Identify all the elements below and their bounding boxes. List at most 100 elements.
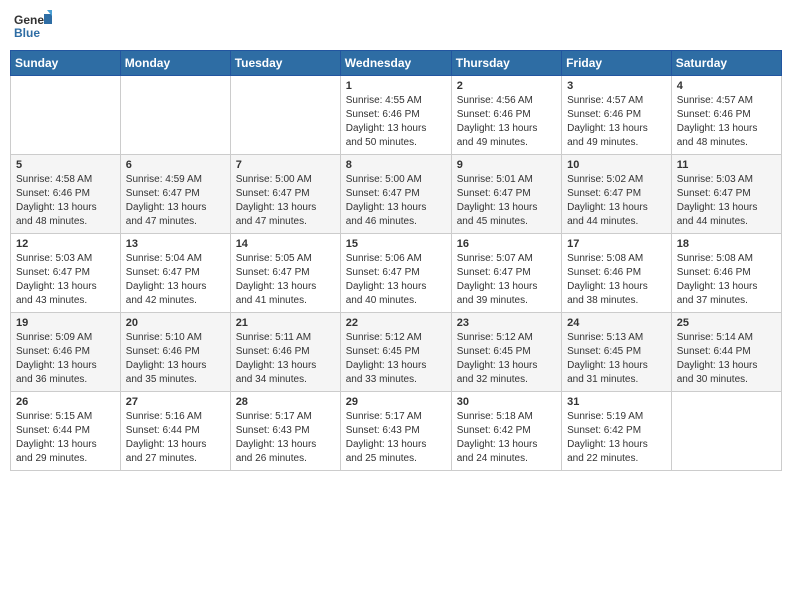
svg-text:Blue: Blue (14, 26, 40, 40)
day-number: 18 (677, 238, 776, 250)
weekday-header-saturday: Saturday (671, 51, 781, 76)
day-info: Sunrise: 5:11 AM Sunset: 6:46 PM Dayligh… (236, 331, 335, 387)
week-row-1: 1 Sunrise: 4:55 AM Sunset: 6:46 PM Daylig… (11, 76, 782, 155)
day-number: 4 (677, 80, 776, 92)
day-number: 25 (677, 317, 776, 329)
day-number: 21 (236, 317, 335, 329)
day-number: 9 (457, 159, 556, 171)
day-number: 7 (236, 159, 335, 171)
calendar-cell: 19 Sunrise: 5:09 AM Sunset: 6:46 PM Dayli… (11, 313, 121, 392)
calendar-cell: 3 Sunrise: 4:57 AM Sunset: 6:46 PM Daylig… (562, 76, 672, 155)
week-row-4: 19 Sunrise: 5:09 AM Sunset: 6:46 PM Dayli… (11, 313, 782, 392)
day-number: 16 (457, 238, 556, 250)
calendar-cell: 22Sunrise: 5:12 AM Sunset: 6:45 PM Dayli… (340, 313, 451, 392)
day-info: Sunrise: 4:57 AM Sunset: 6:46 PM Dayligh… (567, 94, 666, 150)
day-number: 2 (457, 80, 556, 92)
weekday-header-thursday: Thursday (451, 51, 561, 76)
day-info: Sunrise: 5:08 AM Sunset: 6:46 PM Dayligh… (567, 252, 666, 308)
calendar-cell (120, 76, 230, 155)
day-number: 8 (346, 159, 446, 171)
day-number: 14 (236, 238, 335, 250)
weekday-header-wednesday: Wednesday (340, 51, 451, 76)
calendar-cell: 21 Sunrise: 5:11 AM Sunset: 6:46 PM Dayli… (230, 313, 340, 392)
day-number: 20 (126, 317, 225, 329)
logo: General Blue (14, 10, 52, 42)
day-info: Sunrise: 5:18 AM Sunset: 6:42 PM Dayligh… (457, 410, 556, 466)
day-info: Sunrise: 4:55 AM Sunset: 6:46 PM Dayligh… (346, 94, 446, 150)
day-info: Sunrise: 5:14 AM Sunset: 6:44 PM Dayligh… (677, 331, 776, 387)
day-info: Sunrise: 4:58 AM Sunset: 6:46 PM Dayligh… (16, 173, 115, 229)
calendar-cell: 12 Sunrise: 5:03 AM Sunset: 6:47 PM Dayli… (11, 234, 121, 313)
day-info: Sunrise: 5:00 AM Sunset: 6:47 PM Dayligh… (236, 173, 335, 229)
calendar-cell: 18 Sunrise: 5:08 AM Sunset: 6:46 PM Dayli… (671, 234, 781, 313)
day-number: 12 (16, 238, 115, 250)
day-number: 3 (567, 80, 666, 92)
calendar-cell: 15 Sunrise: 5:06 AM Sunset: 6:47 PM Dayli… (340, 234, 451, 313)
calendar-cell: 13 Sunrise: 5:04 AM Sunset: 6:47 PM Dayli… (120, 234, 230, 313)
weekday-header-sunday: Sunday (11, 51, 121, 76)
day-info: Sunrise: 5:08 AM Sunset: 6:46 PM Dayligh… (677, 252, 776, 308)
day-info: Sunrise: 5:10 AM Sunset: 6:46 PM Dayligh… (126, 331, 225, 387)
day-number: 19 (16, 317, 115, 329)
day-info: Sunrise: 5:07 AM Sunset: 6:47 PM Dayligh… (457, 252, 556, 308)
day-number: 13 (126, 238, 225, 250)
calendar-cell: 23Sunrise: 5:12 AM Sunset: 6:45 PM Dayli… (451, 313, 561, 392)
calendar-cell: 30Sunrise: 5:18 AM Sunset: 6:42 PM Dayli… (451, 392, 561, 471)
calendar-cell: 17 Sunrise: 5:08 AM Sunset: 6:46 PM Dayli… (562, 234, 672, 313)
calendar-cell: 6 Sunrise: 4:59 AM Sunset: 6:47 PM Daylig… (120, 155, 230, 234)
day-info: Sunrise: 5:09 AM Sunset: 6:46 PM Dayligh… (16, 331, 115, 387)
calendar-cell: 29Sunrise: 5:17 AM Sunset: 6:43 PM Dayli… (340, 392, 451, 471)
calendar-table: SundayMondayTuesdayWednesdayThursdayFrid… (10, 50, 782, 471)
calendar-cell (230, 76, 340, 155)
calendar-cell: 7 Sunrise: 5:00 AM Sunset: 6:47 PM Daylig… (230, 155, 340, 234)
weekday-header-monday: Monday (120, 51, 230, 76)
day-info: Sunrise: 5:04 AM Sunset: 6:47 PM Dayligh… (126, 252, 225, 308)
calendar-cell (11, 76, 121, 155)
calendar-cell: 10 Sunrise: 5:02 AM Sunset: 6:47 PM Dayli… (562, 155, 672, 234)
day-info: Sunrise: 4:59 AM Sunset: 6:47 PM Dayligh… (126, 173, 225, 229)
calendar-cell: 2 Sunrise: 4:56 AM Sunset: 6:46 PM Daylig… (451, 76, 561, 155)
weekday-header-tuesday: Tuesday (230, 51, 340, 76)
calendar-cell: 4 Sunrise: 4:57 AM Sunset: 6:46 PM Daylig… (671, 76, 781, 155)
day-number: 28 (236, 396, 335, 408)
day-number: 15 (346, 238, 446, 250)
day-number: 26 (16, 396, 115, 408)
day-info: Sunrise: 5:06 AM Sunset: 6:47 PM Dayligh… (346, 252, 446, 308)
day-info: Sunrise: 5:02 AM Sunset: 6:47 PM Dayligh… (567, 173, 666, 229)
calendar-cell: 9Sunrise: 5:01 AM Sunset: 6:47 PM Daylig… (451, 155, 561, 234)
week-row-5: 26 Sunrise: 5:15 AM Sunset: 6:44 PM Dayli… (11, 392, 782, 471)
day-info: Sunrise: 5:15 AM Sunset: 6:44 PM Dayligh… (16, 410, 115, 466)
day-number: 27 (126, 396, 225, 408)
day-info: Sunrise: 5:00 AM Sunset: 6:47 PM Dayligh… (346, 173, 446, 229)
day-number: 24 (567, 317, 666, 329)
day-number: 10 (567, 159, 666, 171)
calendar-cell: 26 Sunrise: 5:15 AM Sunset: 6:44 PM Dayli… (11, 392, 121, 471)
day-info: Sunrise: 5:03 AM Sunset: 6:47 PM Dayligh… (16, 252, 115, 308)
day-info: Sunrise: 5:17 AM Sunset: 6:43 PM Dayligh… (236, 410, 335, 466)
weekday-header-row: SundayMondayTuesdayWednesdayThursdayFrid… (11, 51, 782, 76)
week-row-3: 12 Sunrise: 5:03 AM Sunset: 6:47 PM Dayli… (11, 234, 782, 313)
calendar-cell: 16 Sunrise: 5:07 AM Sunset: 6:47 PM Dayli… (451, 234, 561, 313)
day-info: Sunrise: 4:56 AM Sunset: 6:46 PM Dayligh… (457, 94, 556, 150)
day-number: 11 (677, 159, 776, 171)
day-info: Sunrise: 5:16 AM Sunset: 6:44 PM Dayligh… (126, 410, 225, 466)
day-number: 1 (346, 80, 446, 92)
week-row-2: 5 Sunrise: 4:58 AM Sunset: 6:46 PM Daylig… (11, 155, 782, 234)
calendar-cell: 11Sunrise: 5:03 AM Sunset: 6:47 PM Dayli… (671, 155, 781, 234)
day-number: 6 (126, 159, 225, 171)
calendar-cell: 28 Sunrise: 5:17 AM Sunset: 6:43 PM Dayli… (230, 392, 340, 471)
calendar-cell: 8 Sunrise: 5:00 AM Sunset: 6:47 PM Daylig… (340, 155, 451, 234)
day-info: Sunrise: 4:57 AM Sunset: 6:46 PM Dayligh… (677, 94, 776, 150)
day-number: 31 (567, 396, 666, 408)
calendar-cell (671, 392, 781, 471)
day-number: 5 (16, 159, 115, 171)
day-number: 29 (346, 396, 446, 408)
day-info: Sunrise: 5:12 AM Sunset: 6:45 PM Dayligh… (346, 331, 446, 387)
logo-icon: General Blue (14, 10, 52, 42)
calendar-cell: 27 Sunrise: 5:16 AM Sunset: 6:44 PM Dayli… (120, 392, 230, 471)
day-number: 17 (567, 238, 666, 250)
calendar-cell: 24 Sunrise: 5:13 AM Sunset: 6:45 PM Dayli… (562, 313, 672, 392)
day-info: Sunrise: 5:13 AM Sunset: 6:45 PM Dayligh… (567, 331, 666, 387)
calendar-cell: 1 Sunrise: 4:55 AM Sunset: 6:46 PM Daylig… (340, 76, 451, 155)
day-info: Sunrise: 5:19 AM Sunset: 6:42 PM Dayligh… (567, 410, 666, 466)
